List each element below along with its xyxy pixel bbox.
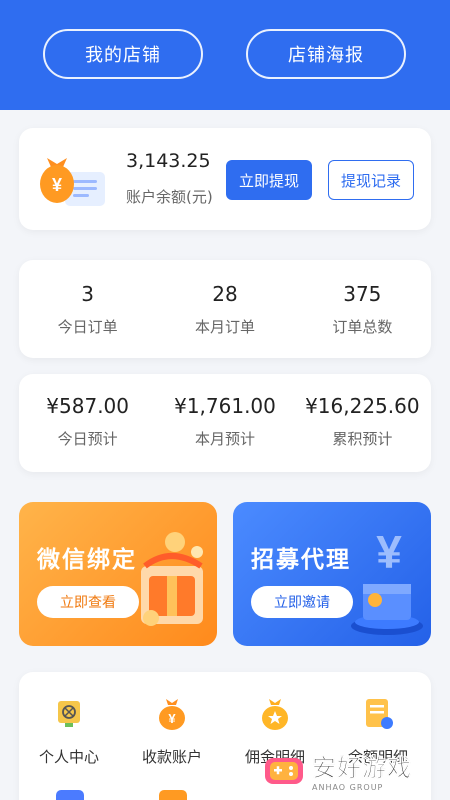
banner-title: 招募代理 (251, 547, 351, 573)
stat-value: ¥16,225.60 (305, 394, 420, 418)
stat-label: 今日预计 (57, 430, 118, 448)
stat-label: 今日订单 (57, 318, 118, 336)
menu-item-user-center[interactable]: 个人中心 (19, 696, 119, 767)
estimate-stats-card: ¥587.00 今日预计 ¥1,761.00 本月预计 ¥16,225.60 累… (19, 374, 431, 472)
stat-label: 本月预计 (194, 430, 255, 448)
stat-value: 375 (343, 282, 382, 306)
menu-item-payee-account[interactable]: ¥ 收款账户 (122, 696, 222, 767)
stat-cumulative-estimate[interactable]: ¥16,225.60 累积预计 (294, 374, 431, 472)
user-center-icon (58, 701, 80, 727)
stat-label: 本月订单 (194, 318, 255, 336)
balance-amount: 3,143.25 (126, 150, 211, 172)
stat-total-orders[interactable]: 375 订单总数 (294, 260, 431, 358)
commission-icon (262, 699, 288, 730)
menu-label: 收款账户 (141, 748, 202, 766)
recruit-agent-banner[interactable]: 招募代理 立即邀请 ¥ (233, 502, 431, 646)
stat-value: 28 (212, 282, 238, 306)
money-bag-icon: ¥ (159, 699, 185, 730)
stat-label: 订单总数 (332, 318, 393, 336)
menu-row2-icon[interactable] (159, 790, 187, 800)
view-now-button[interactable]: 立即查看 (37, 586, 139, 618)
stat-today-orders[interactable]: 3 今日订单 (19, 260, 156, 358)
balance-detail-icon (366, 699, 393, 729)
stat-month-estimate[interactable]: ¥1,761.00 本月预计 (156, 374, 293, 472)
my-store-button[interactable]: 我的店铺 (43, 29, 203, 79)
svg-text:¥: ¥ (376, 526, 402, 578)
stat-value: ¥1,761.00 (174, 394, 276, 418)
menu-row2-icon[interactable] (56, 790, 84, 800)
watermark-name: 安好游戏 (312, 754, 412, 783)
invite-now-button[interactable]: 立即邀请 (251, 586, 353, 618)
game-controller-logo-icon (265, 758, 303, 784)
watermark: 安好游戏 ANHAO GROUP (262, 742, 448, 798)
wechat-bind-banner[interactable]: 微信绑定 立即查看 (19, 502, 217, 646)
yen-box-illustration: ¥ (351, 526, 423, 635)
stat-month-orders[interactable]: 28 本月订单 (156, 260, 293, 358)
stat-today-estimate[interactable]: ¥587.00 今日预计 (19, 374, 156, 472)
withdraw-records-button[interactable]: 提现记录 (328, 160, 414, 200)
watermark-sub: ANHAO GROUP (312, 783, 384, 792)
top-header: 我的店铺 店铺海报 (0, 0, 450, 110)
gift-box-illustration (141, 532, 203, 626)
store-poster-button[interactable]: 店铺海报 (246, 29, 406, 79)
balance-label: 账户余额(元) (126, 188, 213, 206)
balance-card: ¥ 3,143.25 账户余额(元) 立即提现 提现记录 (19, 128, 431, 230)
stat-value: ¥587.00 (46, 394, 130, 418)
stat-value: 3 (81, 282, 95, 306)
money-bag-icon: ¥ (40, 158, 105, 206)
withdraw-button[interactable]: 立即提现 (226, 160, 312, 200)
svg-text:¥: ¥ (52, 175, 62, 195)
svg-text:¥: ¥ (168, 711, 176, 726)
banner-title: 微信绑定 (37, 547, 137, 573)
stat-label: 累积预计 (332, 430, 393, 448)
menu-label: 个人中心 (38, 748, 99, 766)
orders-stats-card: 3 今日订单 28 本月订单 375 订单总数 (19, 260, 431, 358)
